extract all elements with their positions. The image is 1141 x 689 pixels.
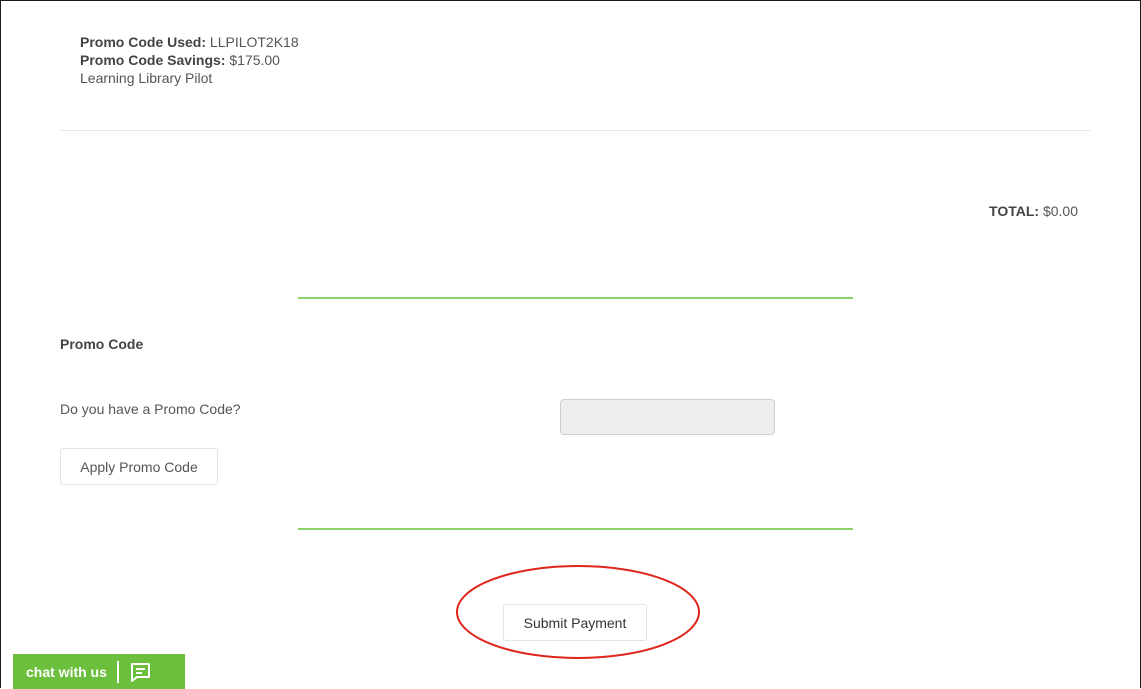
submit-payment-button[interactable]: Submit Payment bbox=[503, 604, 647, 641]
promo-savings-label: Promo Code Savings: bbox=[80, 52, 226, 68]
page-frame bbox=[0, 0, 1141, 688]
section-divider-top bbox=[298, 297, 853, 299]
promo-used-value: LLPILOT2K18 bbox=[206, 34, 299, 50]
promo-used-label: Promo Code Used: bbox=[80, 34, 207, 50]
promo-savings-value: $175.00 bbox=[225, 52, 280, 68]
promo-question-label: Do you have a Promo Code? bbox=[60, 401, 241, 417]
section-divider-bottom bbox=[298, 528, 853, 530]
total-label: TOTAL: bbox=[989, 203, 1040, 219]
chat-label: chat with us bbox=[26, 663, 107, 680]
promo-code-input[interactable] bbox=[560, 399, 775, 435]
chat-separator bbox=[116, 660, 119, 683]
promo-section-title: Promo Code bbox=[60, 336, 144, 352]
chat-bubble-icon bbox=[130, 662, 150, 682]
promo-summary: Promo Code Used: LLPILOT2K18 Promo Code … bbox=[80, 33, 299, 87]
total-value: $0.00 bbox=[1039, 203, 1078, 219]
apply-promo-code-button[interactable]: Apply Promo Code bbox=[60, 448, 218, 485]
promo-savings-line: Promo Code Savings: $175.00 bbox=[80, 51, 299, 69]
promo-description: Learning Library Pilot bbox=[80, 70, 213, 86]
order-total: TOTAL: $0.00 bbox=[989, 203, 1078, 219]
summary-divider bbox=[59, 130, 1091, 131]
promo-used-line: Promo Code Used: LLPILOT2K18 bbox=[80, 33, 299, 51]
chat-widget[interactable]: chat with us bbox=[13, 654, 185, 689]
